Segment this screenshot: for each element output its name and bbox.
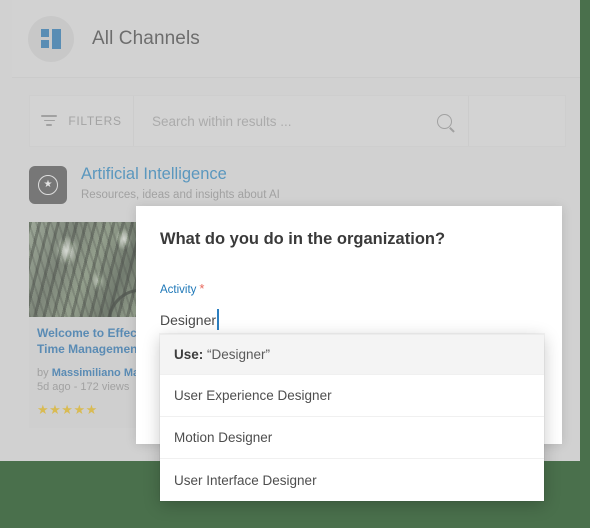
channel-description: Resources, ideas and insights about AI: [81, 188, 280, 201]
activity-field-label: Activity *: [160, 281, 204, 296]
channel-avatar[interactable]: ★: [29, 166, 67, 204]
dropdown-item-use-custom[interactable]: Use: “Designer”: [160, 335, 544, 375]
channel-header: ★ Artificial Intelligence Resources, ide…: [29, 164, 280, 204]
text-caret: [217, 309, 219, 330]
screen-root: All Channels FILTERS ★: [0, 0, 590, 528]
toolbar-right-cell[interactable]: [469, 96, 565, 146]
by-label: by: [37, 366, 49, 379]
search-toolbar: FILTERS: [29, 95, 566, 147]
activity-autocomplete-dropdown[interactable]: Use: “Designer” User Experience Designer…: [160, 334, 544, 501]
filters-label: FILTERS: [68, 114, 122, 128]
use-prefix-label: Use:: [174, 347, 204, 362]
activity-label-text: Activity: [160, 284, 197, 296]
filter-icon: [41, 115, 58, 127]
all-channels-avatar[interactable]: [28, 15, 74, 62]
use-value-label: “Designer”: [207, 347, 271, 362]
search-input[interactable]: [152, 113, 437, 129]
search-field-container[interactable]: [134, 96, 469, 146]
search-icon[interactable]: [437, 113, 452, 129]
dropdown-item-2[interactable]: User Interface Designer: [160, 459, 544, 501]
modal-title: What do you do in the organization?: [160, 230, 446, 248]
required-marker: *: [199, 281, 205, 296]
star-circle-icon: ★: [38, 175, 58, 195]
channel-name-link[interactable]: Artificial Intelligence: [81, 164, 280, 185]
app-header: All Channels: [12, 0, 580, 78]
grid-icon: [41, 28, 61, 49]
activity-input-container[interactable]: [160, 306, 538, 333]
dropdown-item-1[interactable]: Motion Designer: [160, 417, 544, 459]
dropdown-item-0[interactable]: User Experience Designer: [160, 375, 544, 417]
page-title: All Channels: [92, 27, 200, 49]
filters-button[interactable]: FILTERS: [30, 96, 134, 146]
